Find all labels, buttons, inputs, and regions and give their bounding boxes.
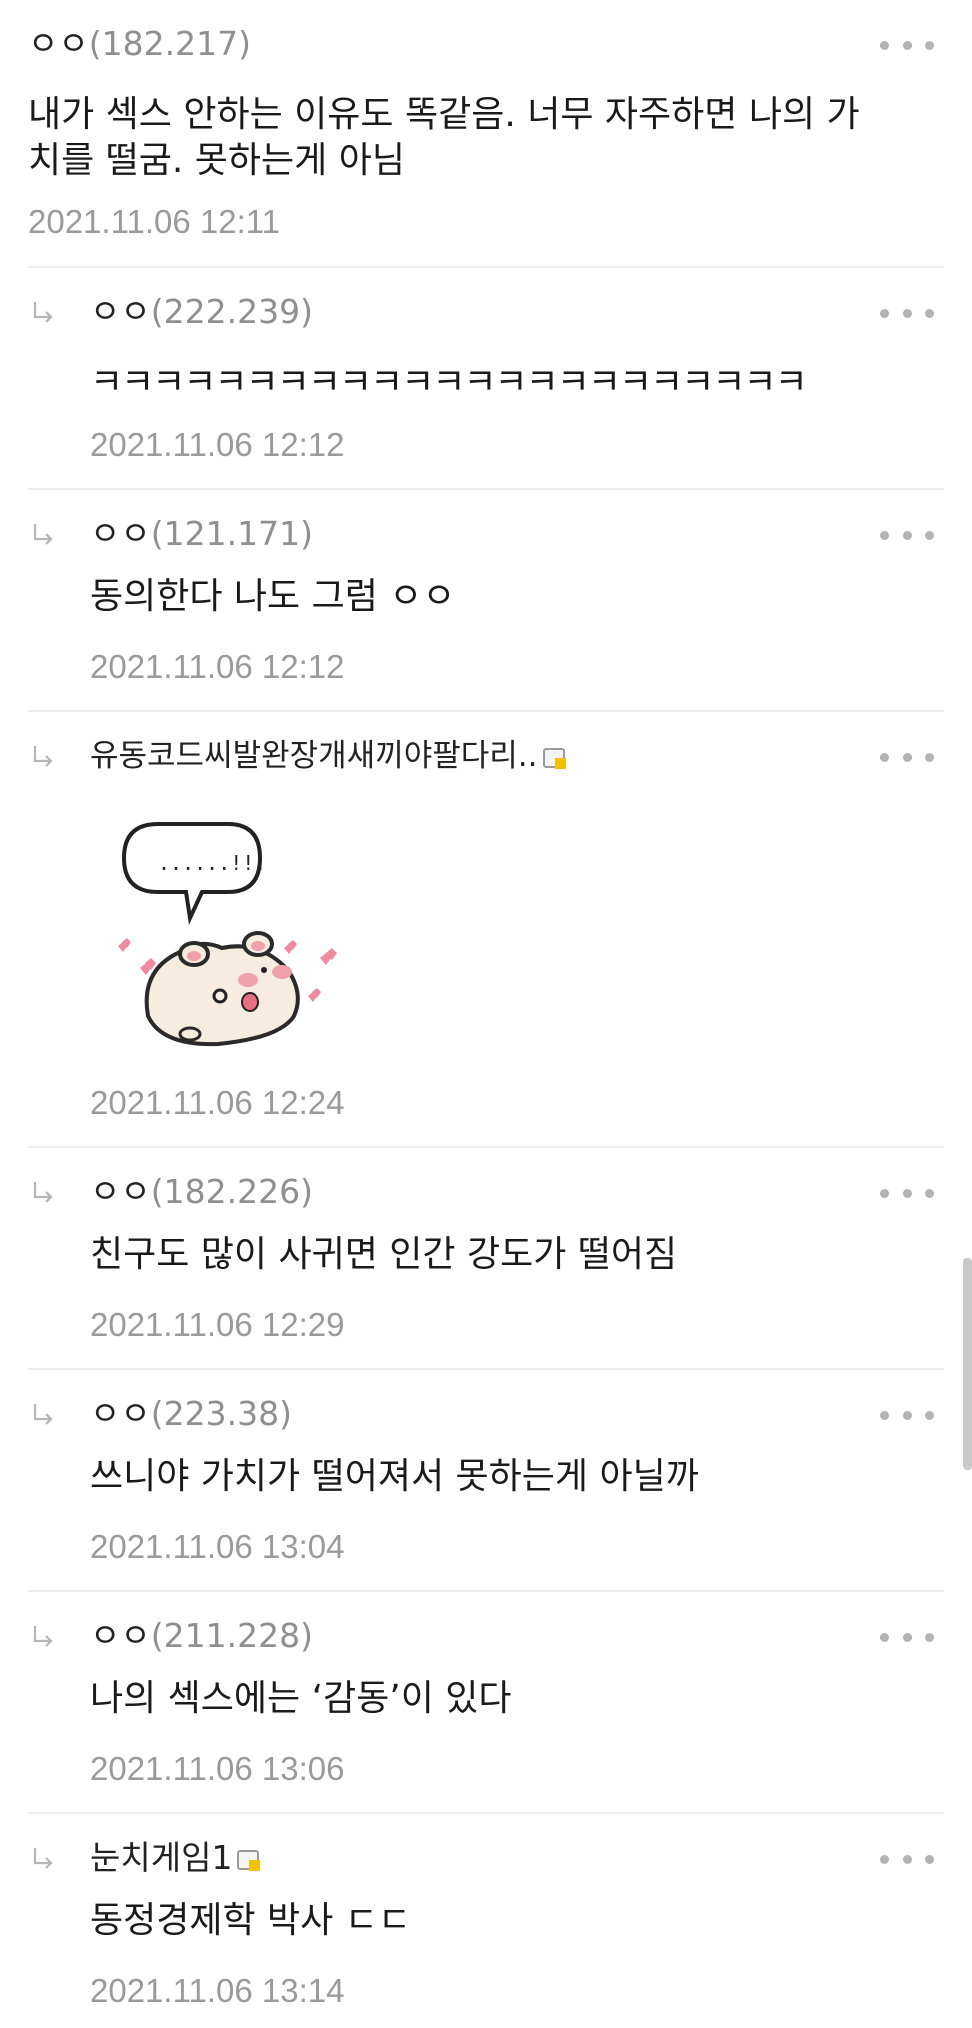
reply-comment: ㅇㅇ(121.171) 동의한다 나도 그럼 ㅇㅇ 2021.11.06 12:… — [0, 490, 972, 712]
comment-text: 나의 섹스에는 ‘감동’이 있다 — [90, 1678, 512, 1719]
nickname: ㅇㅇ — [28, 24, 89, 63]
ip-address: (121.171) — [150, 514, 313, 553]
member-badge-icon — [542, 747, 566, 769]
nickname: ㅇㅇ — [90, 292, 151, 331]
reply-arrow-icon — [33, 1626, 53, 1647]
nickname: 눈치게임1 — [90, 1838, 233, 1877]
nickname: ㅇㅇ — [90, 1616, 151, 1655]
more-options-icon[interactable] — [880, 1629, 934, 1645]
ip-address: (182.226) — [150, 1172, 313, 1211]
comment-date: 2021.11.06 12:12 — [90, 426, 345, 463]
comment-author[interactable]: ㅇㅇ(223.38) — [90, 1392, 292, 1436]
scrollbar[interactable] — [963, 1258, 972, 1470]
nickname: ㅇㅇ — [90, 1172, 151, 1211]
reply-comment: 유동코드씨발완장개새끼야팔다리.. ......!!! 2021.11.06 1… — [0, 712, 972, 1148]
ip-address: (211.228) — [150, 1616, 313, 1655]
nickname: ㅇㅇ — [90, 514, 151, 553]
reply-arrow-icon — [33, 746, 53, 767]
more-options-icon[interactable] — [880, 1407, 934, 1423]
hamster-sticker: ......!!! — [118, 822, 337, 1047]
comment-date: 2021.11.06 13:14 — [90, 1972, 345, 2009]
comment-date: 2021.11.06 12:24 — [90, 1084, 345, 1121]
comment-text: 친구도 많이 사귀면 인간 강도가 떨어짐 — [90, 1234, 678, 1275]
comment-text: 쓰니야 가치가 떨어져서 못하는게 아닐까 — [90, 1456, 699, 1497]
more-options-icon[interactable] — [880, 1851, 934, 1867]
comment-date: 2021.11.06 13:06 — [90, 1750, 345, 1787]
comment-author[interactable]: 눈치게임1 — [90, 1836, 262, 1880]
comment: ㅇㅇ(182.217) 내가 섹스 안하는 이유도 똑같음. 너무 자주하면 나… — [0, 0, 972, 268]
reply-arrow-icon — [33, 302, 53, 323]
nickname: 유동코드씨발완장개새끼야팔다리.. — [90, 738, 538, 774]
comment-list: ㅇㅇ(182.217) 내가 섹스 안하는 이유도 똑같음. 너무 자주하면 나… — [0, 0, 972, 2026]
reply-arrow-icon — [33, 1182, 53, 1203]
more-options-icon[interactable] — [880, 749, 934, 765]
comment-author[interactable]: ㅇㅇ(182.226) — [90, 1170, 313, 1214]
member-badge-icon — [237, 1849, 261, 1871]
comment-date: 2021.11.06 12:12 — [90, 648, 345, 685]
reply-comment: ㅇㅇ(211.228) 나의 섹스에는 ‘감동’이 있다 2021.11.06 … — [0, 1592, 972, 1814]
comment-text: 내가 섹스 안하는 이유도 똑같음. 너무 자주하면 나의 가치를 떨굼. 못하… — [28, 94, 860, 181]
more-options-icon[interactable] — [880, 527, 934, 543]
reply-arrow-icon — [33, 524, 53, 545]
comment-text: 동의한다 나도 그럼 ㅇㅇ — [90, 576, 456, 617]
more-options-icon[interactable] — [880, 1185, 934, 1201]
nickname: ㅇㅇ — [90, 1394, 151, 1433]
reply-arrow-icon — [33, 1404, 53, 1425]
comment-author[interactable]: 유동코드씨발완장개새끼야팔다리.. — [90, 734, 568, 778]
comment-author[interactable]: ㅇㅇ(222.239) — [90, 290, 313, 334]
ip-address: (223.38) — [150, 1394, 292, 1433]
more-options-icon[interactable] — [880, 37, 934, 53]
comment-author[interactable]: ㅇㅇ(121.171) — [90, 512, 313, 556]
ip-address: (222.239) — [150, 292, 313, 331]
comment-author[interactable]: ㅇㅇ(211.228) — [90, 1614, 313, 1658]
reply-arrow-icon — [33, 1848, 53, 1869]
comment-text: 동정경제학 박사 ㄷㄷ — [90, 1900, 411, 1941]
comment-date: 2021.11.06 12:11 — [28, 203, 281, 240]
reply-comment: ㅇㅇ(182.226) 친구도 많이 사귀면 인간 강도가 떨어짐 2021.1… — [0, 1148, 972, 1370]
reply-comment: ㅇㅇ(222.239) ㅋㅋㅋㅋㅋㅋㅋㅋㅋㅋㅋㅋㅋㅋㅋㅋㅋㅋㅋㅋㅋㅋㅋ 2021… — [0, 268, 972, 490]
ip-address: (182.217) — [88, 24, 251, 63]
comment-date: 2021.11.06 13:04 — [90, 1528, 345, 1565]
comment-text: ㅋㅋㅋㅋㅋㅋㅋㅋㅋㅋㅋㅋㅋㅋㅋㅋㅋㅋㅋㅋㅋㅋㅋ — [90, 362, 808, 403]
comment-date: 2021.11.06 12:29 — [90, 1306, 345, 1343]
reply-comment: ㅇㅇ(223.38) 쓰니야 가치가 떨어져서 못하는게 아닐까 2021.11… — [0, 1370, 972, 1592]
reply-comment: 눈치게임1 동정경제학 박사 ㄷㄷ 2021.11.06 13:14 — [0, 1814, 972, 2026]
comment-author[interactable]: ㅇㅇ(182.217) — [28, 22, 251, 66]
speech-bubble-text: ......!!! — [158, 851, 266, 875]
more-options-icon[interactable] — [880, 305, 934, 321]
